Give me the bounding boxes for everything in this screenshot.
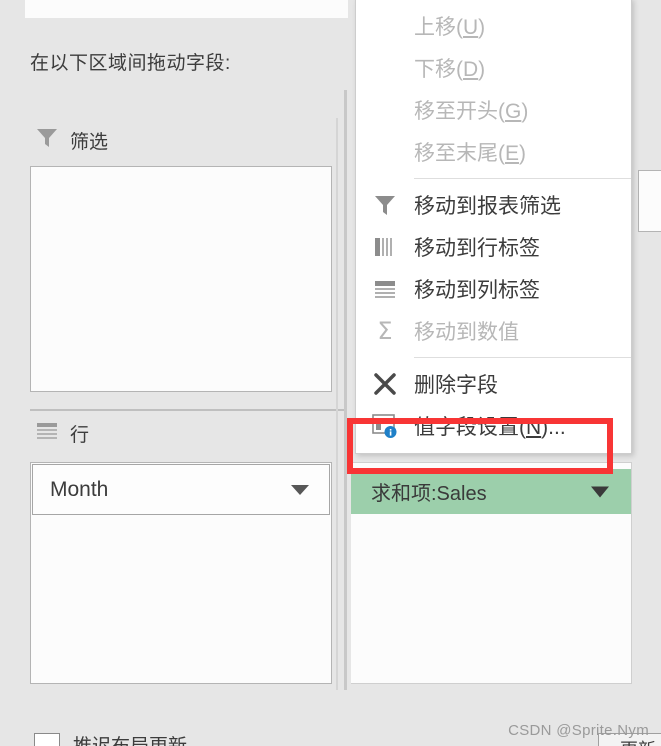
menu-item-move-to-beginning[interactable]: 移至开头(G) xyxy=(356,89,631,131)
zone-vertical-divider-inner xyxy=(336,118,338,690)
menu-item-move-up-label: 上移(U) xyxy=(414,16,486,39)
menu-item-move-to-row-labels-label: 移动到行标签 xyxy=(414,237,540,260)
menu-item-move-to-values[interactable]: Σ 移动到数值 xyxy=(356,310,631,352)
menu-item-move-to-row-labels[interactable]: 移动到行标签 xyxy=(356,226,631,268)
menu-item-value-field-settings-label: 值字段设置(N)... xyxy=(414,416,566,439)
menu-item-move-to-values-label: 移动到数值 xyxy=(414,321,519,344)
menu-item-move-to-column-labels-label: 移动到列标签 xyxy=(414,279,540,302)
defer-layout-row[interactable]: 推迟布局更新 xyxy=(34,731,187,746)
menu-separator xyxy=(414,178,631,179)
watermark: CSDN @Sprite.Nym xyxy=(508,722,649,739)
pane-top-strip xyxy=(25,0,348,18)
pivot-field-pane-screenshot: 在以下区域间拖动字段: 筛选 行 Month 求和项:Sales 上移(U) 下… xyxy=(0,0,661,746)
menu-item-icon-blank xyxy=(356,47,414,89)
page-title: 在以下区域间拖动字段: xyxy=(30,53,231,74)
rows-icon xyxy=(36,422,58,446)
field-context-menu: 上移(U) 下移(D) 移至开头(G) 移至末尾(E) 移动到报表筛选 移动到行… xyxy=(355,0,632,454)
funnel-icon xyxy=(356,184,414,226)
menu-item-icon-blank xyxy=(356,5,414,47)
filters-drop-area[interactable] xyxy=(30,166,332,392)
menu-item-move-to-report-filter[interactable]: 移动到报表筛选 xyxy=(356,184,631,226)
menu-item-value-field-settings[interactable]: 值字段设置(N)... xyxy=(356,405,631,447)
menu-item-move-down-label: 下移(D) xyxy=(414,58,486,81)
field-pill-sum-of-sales-label: 求和项:Sales xyxy=(371,483,487,505)
row-lines-icon xyxy=(356,268,414,310)
chevron-down-icon[interactable] xyxy=(291,484,309,495)
field-pill-sum-of-sales[interactable]: 求和项:Sales xyxy=(351,469,631,514)
defer-layout-checkbox[interactable] xyxy=(34,733,60,746)
menu-item-remove-field-label: 删除字段 xyxy=(414,374,498,397)
delete-x-icon xyxy=(356,363,414,405)
menu-item-move-down[interactable]: 下移(D) xyxy=(356,47,631,89)
menu-item-move-to-beginning-label: 移至开头(G) xyxy=(414,100,529,123)
menu-separator xyxy=(414,357,631,358)
pane-left-gutter xyxy=(0,0,25,746)
column-bars-icon xyxy=(356,226,414,268)
zone-vertical-divider xyxy=(344,90,347,690)
field-settings-icon xyxy=(356,405,414,447)
menu-item-move-to-column-labels[interactable]: 移动到列标签 xyxy=(356,268,631,310)
zone-divider xyxy=(30,409,346,411)
zone-label-filters: 筛选 xyxy=(36,127,108,154)
sigma-icon: Σ xyxy=(377,317,393,345)
zone-label-rows-text: 行 xyxy=(70,425,90,446)
defer-layout-label: 推迟布局更新 xyxy=(73,731,187,746)
menu-item-move-to-end[interactable]: 移至末尾(E) xyxy=(356,131,631,173)
menu-item-icon-blank xyxy=(356,131,414,173)
menu-item-move-up[interactable]: 上移(U) xyxy=(356,5,631,47)
field-pill-month[interactable]: Month xyxy=(32,464,330,515)
zone-label-rows: 行 xyxy=(36,420,89,447)
chevron-down-icon[interactable] xyxy=(591,486,609,497)
funnel-icon xyxy=(36,128,58,154)
menu-item-icon-blank xyxy=(356,89,414,131)
columns-drop-area[interactable] xyxy=(638,170,661,232)
menu-item-move-to-report-filter-label: 移动到报表筛选 xyxy=(414,195,561,218)
zone-label-filters-text: 筛选 xyxy=(70,132,109,153)
field-pill-month-label: Month xyxy=(50,477,109,501)
menu-item-remove-field[interactable]: 删除字段 xyxy=(356,363,631,405)
menu-item-move-to-end-label: 移至末尾(E) xyxy=(414,142,527,165)
